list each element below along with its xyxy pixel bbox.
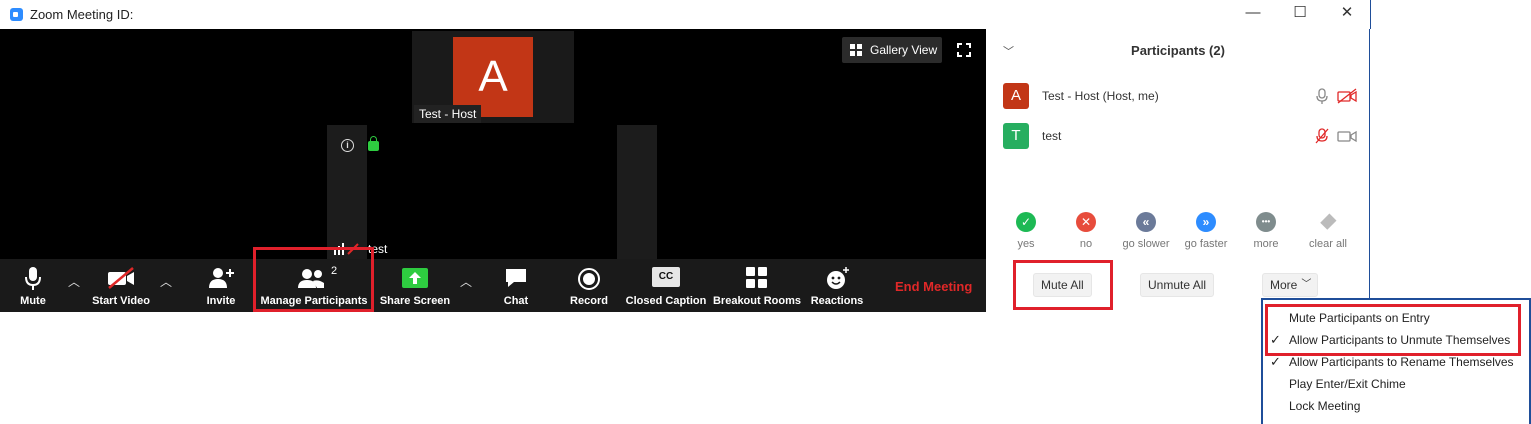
reaction-yes[interactable]: ✓ yes [996, 212, 1056, 250]
manage-participants-highlight [253, 247, 374, 312]
eraser-icon [1318, 212, 1338, 232]
gallery-view-label: Gallery View [870, 43, 938, 57]
cc-icon: CC [652, 267, 680, 287]
closed-caption-button[interactable]: CC Closed Caption [624, 259, 708, 312]
reactions-icon [827, 267, 849, 289]
grid-icon [850, 44, 863, 57]
video-off-icon [108, 267, 134, 289]
unmute-all-button[interactable]: Unmute All [1140, 273, 1215, 297]
share-screen-icon [402, 268, 428, 288]
chevron-down-icon: ﹀ [1301, 279, 1312, 290]
reaction-more[interactable]: ••• more [1236, 212, 1296, 250]
minimize-button[interactable]: — [1241, 3, 1265, 25]
audio-options-caret-icon[interactable]: ︿ [68, 273, 80, 290]
encryption-lock-icon[interactable] [368, 136, 379, 151]
record-icon [578, 268, 600, 290]
x-icon: ✕ [1076, 212, 1096, 232]
more-button[interactable]: More ﹀ [1262, 273, 1319, 297]
window-title: Zoom Meeting ID: [30, 7, 134, 22]
microphone-muted-icon[interactable] [1314, 128, 1330, 144]
menu-item-lock-meeting[interactable]: Lock Meeting [1289, 399, 1360, 413]
breakout-rooms-icon [746, 267, 767, 288]
gallery-view-button[interactable]: Gallery View [842, 37, 942, 63]
video-options-caret-icon[interactable]: ︿ [160, 273, 172, 290]
fast-forward-icon: » [1196, 212, 1216, 232]
zoom-logo-icon [10, 8, 23, 21]
participant-row-test[interactable]: T test [1003, 121, 1358, 149]
participant-avatar: A [1003, 83, 1029, 109]
start-video-button[interactable]: Start Video [88, 259, 154, 312]
host-name-tag: Test - Host [414, 105, 482, 123]
chat-icon [506, 269, 526, 287]
share-screen-button[interactable]: Share Screen [378, 259, 452, 312]
mute-button[interactable]: Mute [8, 259, 58, 312]
maximize-button[interactable]: ☐ [1288, 3, 1312, 25]
reaction-go-faster[interactable]: » go faster [1176, 212, 1236, 250]
participant-avatar: T [1003, 123, 1029, 149]
participant-name: Test - Host (Host, me) [1042, 89, 1159, 103]
video-area: A Test - Host i test Gallery View [0, 29, 986, 259]
reaction-no[interactable]: ✕ no [1056, 212, 1116, 250]
record-button[interactable]: Record [564, 259, 614, 312]
add-user-icon [209, 268, 234, 288]
invite-button[interactable]: Invite [197, 259, 245, 312]
participant-video-tile-right [617, 125, 657, 259]
video-icon[interactable] [1337, 128, 1357, 144]
menu-item-enter-exit-chime[interactable]: Play Enter/Exit Chime [1289, 377, 1406, 391]
reactions-button[interactable]: Reactions [808, 259, 866, 312]
info-icon[interactable]: i [341, 139, 354, 152]
menu-item-allow-rename[interactable]: ✓ Allow Participants to Rename Themselve… [1270, 354, 1514, 369]
participant-name: test [1042, 129, 1062, 143]
participant-row-host[interactable]: A Test - Host (Host, me) [1003, 81, 1358, 109]
checkmark-icon: ✓ [1270, 354, 1281, 369]
breakout-rooms-button[interactable]: Breakout Rooms [712, 259, 802, 312]
menu-options-highlight [1265, 304, 1521, 356]
reaction-clear-all[interactable]: clear all [1298, 212, 1358, 250]
chat-button[interactable]: Chat [492, 259, 540, 312]
microphone-icon[interactable] [1314, 88, 1330, 104]
participants-panel-title: Participants (2) [1131, 43, 1225, 58]
end-meeting-button[interactable]: End Meeting [895, 279, 972, 294]
reaction-go-slower[interactable]: « go slower [1116, 212, 1176, 250]
host-video-tile[interactable]: A Test - Host [412, 31, 574, 123]
fullscreen-icon[interactable] [957, 43, 971, 57]
ellipsis-icon: ••• [1256, 212, 1276, 232]
video-off-icon[interactable] [1337, 88, 1357, 104]
zoom-app: Zoom Meeting ID: — ☐ ✕ A Test - Host i t… [0, 0, 1531, 424]
close-button[interactable]: ✕ [1335, 3, 1359, 25]
title-bar: Zoom Meeting ID: — ☐ ✕ [0, 0, 1371, 29]
microphone-icon [25, 267, 41, 290]
check-icon: ✓ [1016, 212, 1036, 232]
rewind-icon: « [1136, 212, 1156, 232]
meeting-toolbar: Mute ︿ Start Video ︿ Invite 2 Manage Par… [0, 259, 986, 312]
mute-all-highlight [1013, 260, 1113, 310]
share-options-caret-icon[interactable]: ︿ [460, 273, 472, 290]
